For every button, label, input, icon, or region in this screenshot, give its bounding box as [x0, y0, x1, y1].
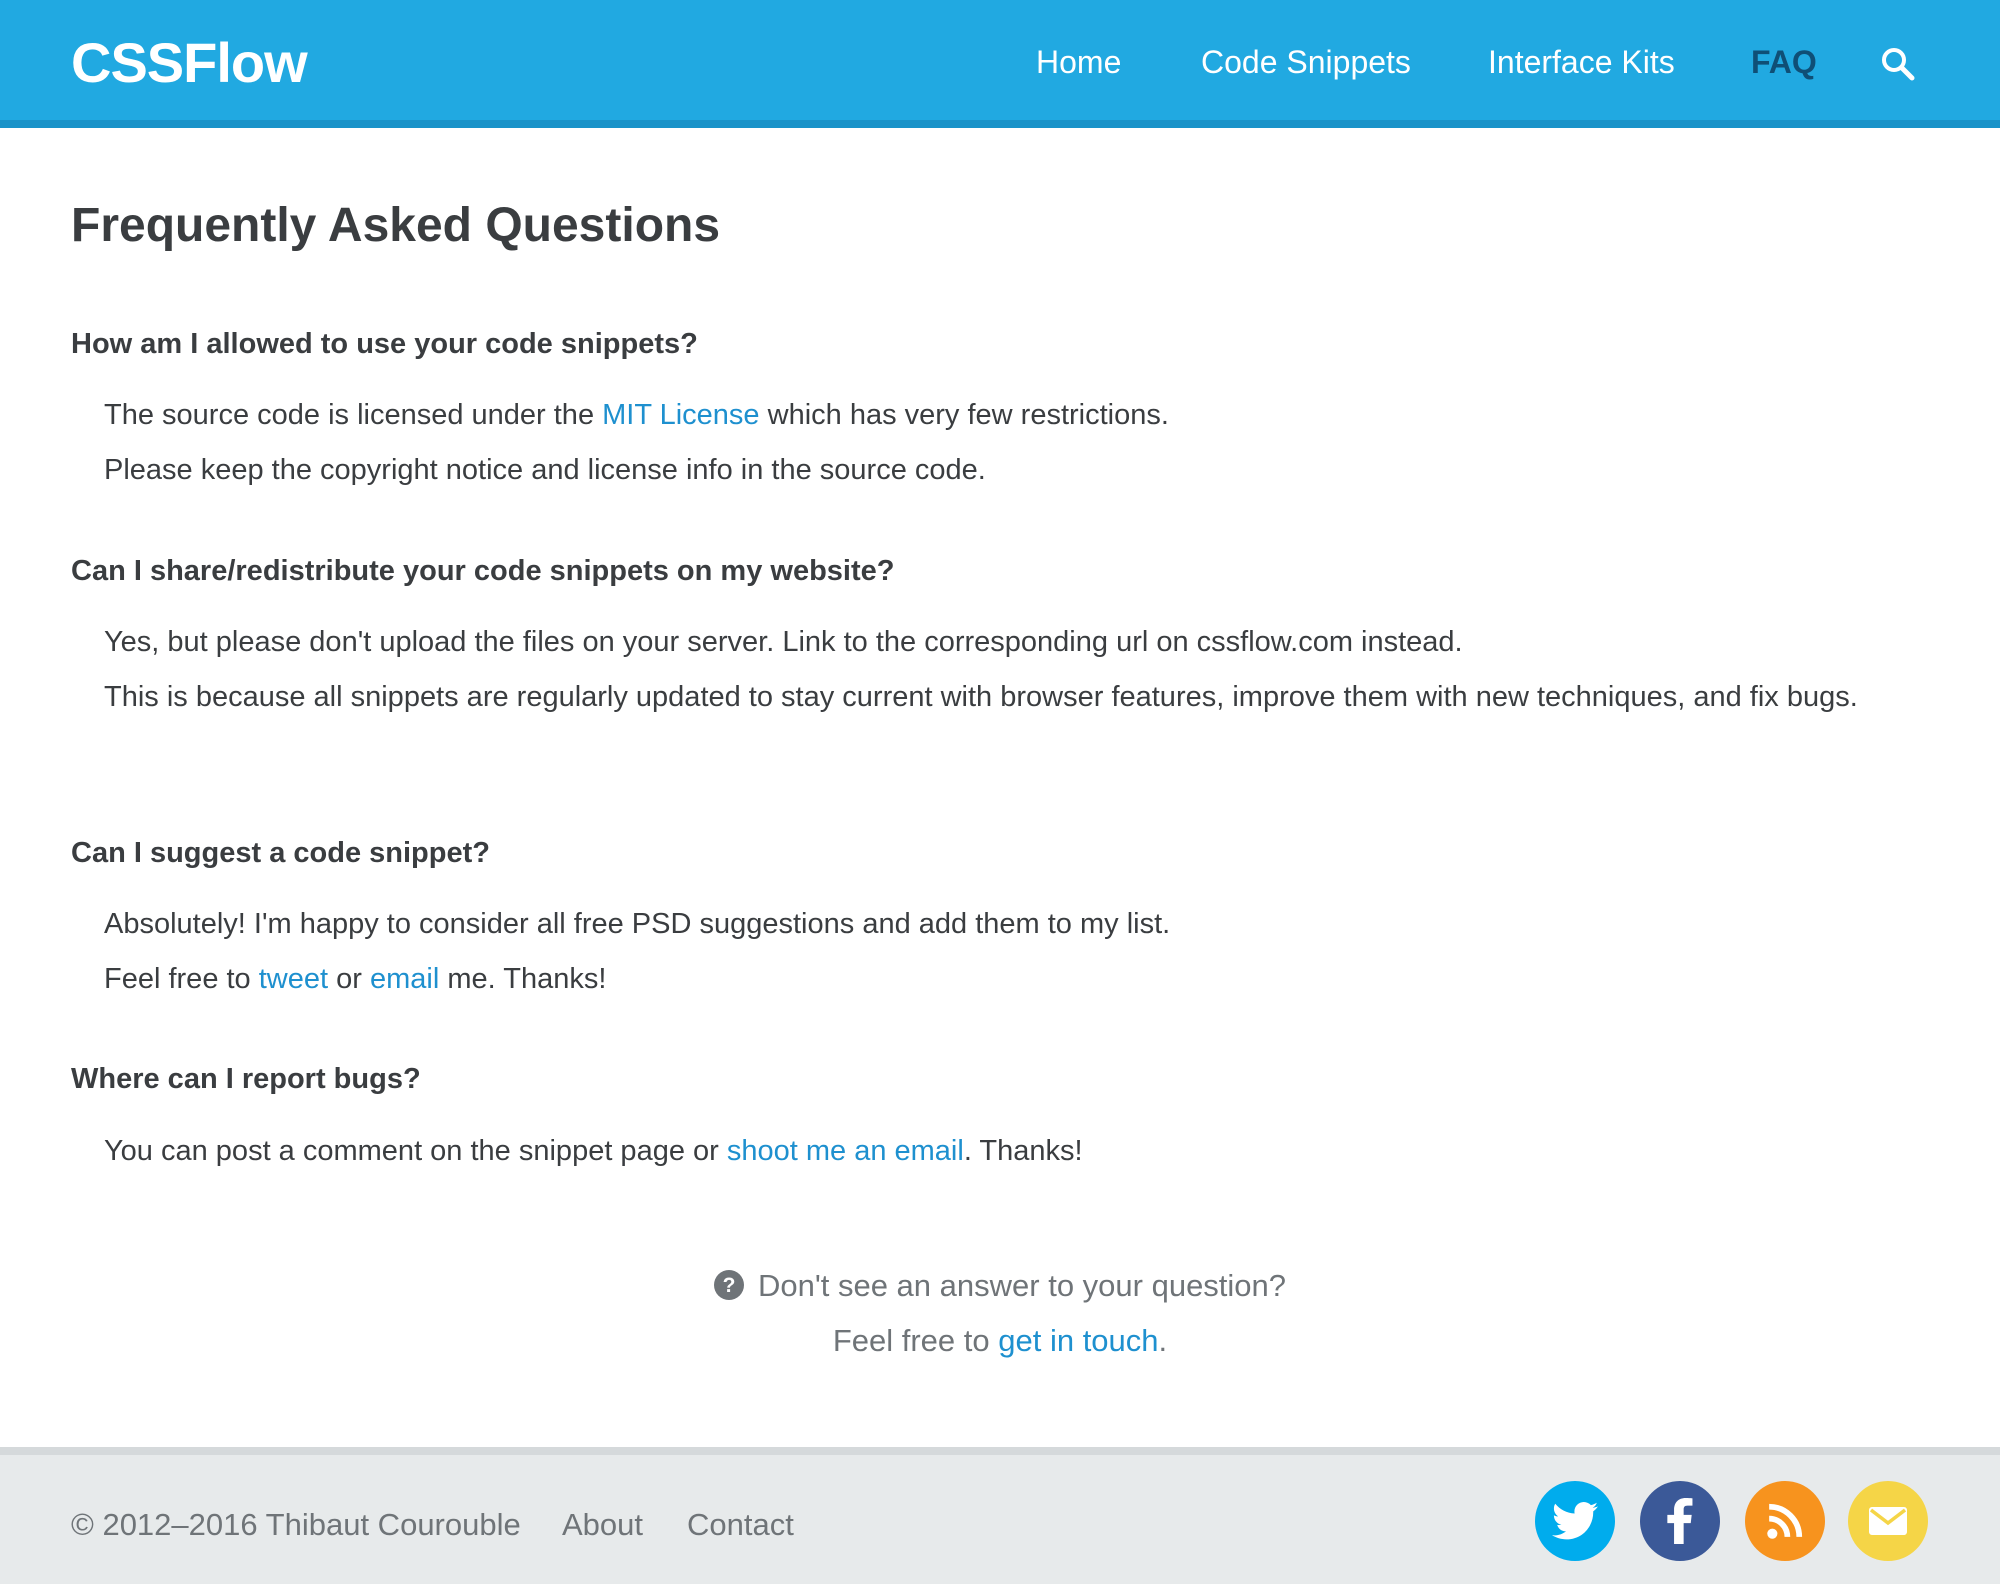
footer-about-link[interactable]: About — [562, 1507, 643, 1543]
faq-answer: Absolutely! I'm happy to consider all fr… — [104, 897, 1934, 1007]
faq-answer-line: Absolutely! I'm happy to consider all fr… — [104, 908, 1171, 940]
rss-icon[interactable] — [1745, 1481, 1825, 1561]
page-title: Frequently Asked Questions — [71, 199, 721, 252]
copyright-text: © 2012–2016 Thibaut Courouble — [71, 1507, 521, 1542]
answer-text: . Thanks! — [963, 1135, 1083, 1167]
faq-answer-line: This is because all snippets are regular… — [104, 681, 1858, 713]
answer-text: or — [328, 963, 370, 995]
help-block: ? Don't see an answer to your question? … — [0, 1258, 2000, 1368]
site-footer: © 2012–2016 Thibaut Courouble About Cont… — [0, 1447, 2000, 1584]
help-text: . — [1158, 1323, 1168, 1358]
facebook-icon[interactable] — [1640, 1481, 1720, 1561]
help-line: Feel free to get in touch. — [0, 1313, 2000, 1368]
faq-answer: Yes, but please don't upload the files o… — [104, 615, 1934, 725]
answer-text: The source code is licensed under the — [104, 399, 603, 431]
faq-answer-line: Feel free to tweet or email me. Thanks! — [104, 952, 1934, 1007]
nav-home-link[interactable]: Home — [1036, 44, 1121, 81]
mit-license-link[interactable]: MIT License — [602, 399, 759, 431]
tweet-link[interactable]: tweet — [259, 963, 328, 995]
footer-contact-link[interactable]: Contact — [687, 1507, 794, 1543]
svg-text:?: ? — [723, 1274, 736, 1297]
nav-code-snippets-link[interactable]: Code Snippets — [1201, 44, 1411, 81]
question-circle-icon: ? — [713, 1262, 744, 1300]
faq-answer: The source code is licensed under the MI… — [104, 388, 1934, 498]
email-link[interactable]: email — [370, 963, 439, 995]
faq-question: Where can I report bugs? — [71, 1063, 421, 1095]
help-text: Don't see an answer to your question? — [757, 1268, 1287, 1303]
answer-text: me. Thanks! — [439, 963, 607, 995]
faq-question: How am I allowed to use your code snippe… — [71, 328, 698, 360]
nav-faq-link[interactable]: FAQ — [1751, 44, 1817, 81]
faq-question: Can I share/redistribute your code snipp… — [71, 555, 895, 587]
main-nav: Home Code Snippets Interface Kits FAQ — [0, 0, 2000, 120]
answer-text: You can post a comment on the snippet pa… — [104, 1135, 727, 1167]
faq-answer-line: You can post a comment on the snippet pa… — [104, 1124, 1934, 1179]
help-line: ? Don't see an answer to your question? — [0, 1258, 2000, 1313]
top-navigation-bar: CSSFlow Home Code Snippets Interface Kit… — [0, 0, 2000, 128]
get-in-touch-link[interactable]: get in touch — [998, 1323, 1158, 1358]
mail-icon[interactable] — [1848, 1481, 1928, 1561]
help-text: Feel free to — [832, 1323, 999, 1358]
twitter-icon[interactable] — [1535, 1481, 1615, 1561]
answer-text: Feel free to — [104, 963, 259, 995]
faq-answer-line: The source code is licensed under the MI… — [104, 388, 1934, 443]
search-icon[interactable] — [1880, 46, 1916, 82]
answer-text: which has very few restrictions. — [759, 399, 1169, 431]
nav-interface-kits-link[interactable]: Interface Kits — [1488, 44, 1675, 81]
faq-question: Can I suggest a code snippet? — [71, 837, 490, 869]
faq-answer: You can post a comment on the snippet pa… — [104, 1124, 1934, 1179]
faq-answer-line: Please keep the copyright notice and lic… — [104, 454, 986, 486]
faq-answer-line: Yes, but please don't upload the files o… — [104, 626, 1463, 658]
shoot-email-link[interactable]: shoot me an email — [727, 1135, 964, 1167]
